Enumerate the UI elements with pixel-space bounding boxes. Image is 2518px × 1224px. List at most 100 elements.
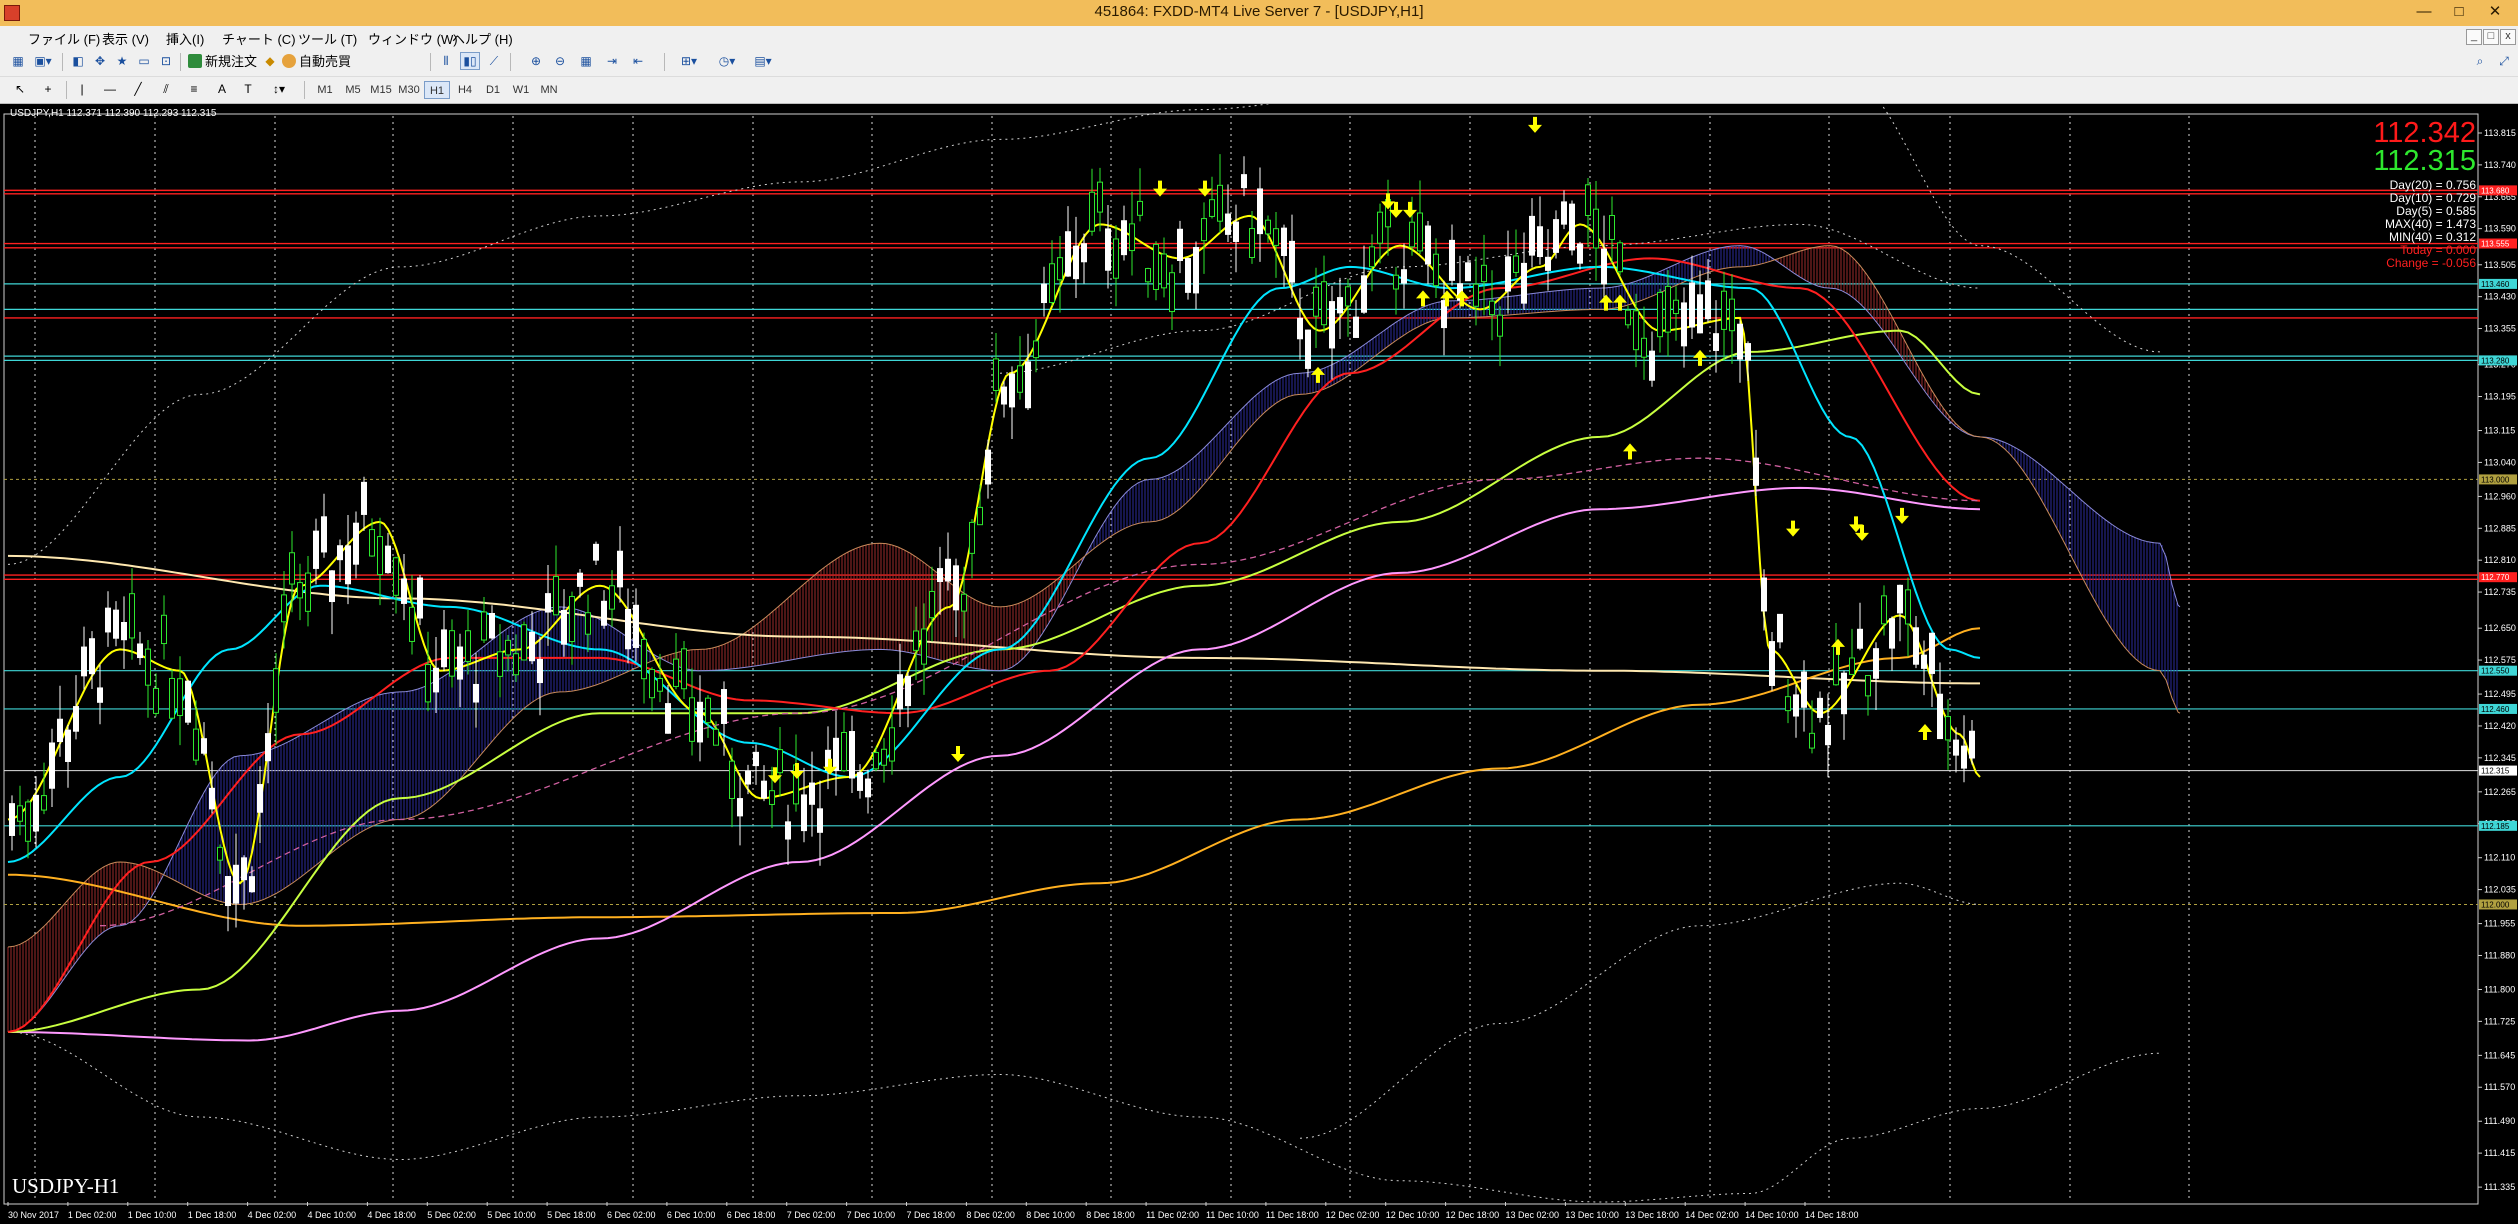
timeframe-m5[interactable]: M5 <box>340 81 366 99</box>
timeframe-w1[interactable]: W1 <box>508 81 534 99</box>
terminal-icon[interactable]: ▭ <box>134 52 154 70</box>
mdi-close-button[interactable]: x <box>2500 29 2516 45</box>
timeframe-mn[interactable]: MN <box>536 81 562 99</box>
trendline-icon[interactable]: ╱ <box>128 80 148 98</box>
price-tag-label: 112.460 <box>2481 705 2510 714</box>
candle-body <box>761 780 767 799</box>
candle-body <box>449 630 455 677</box>
timeframe-m1[interactable]: M1 <box>312 81 338 99</box>
candle-body <box>1633 310 1639 351</box>
candle-body <box>881 748 887 766</box>
search-icon[interactable]: ⌕ <box>2470 52 2490 70</box>
expand-icon[interactable]: ⤢ <box>2494 52 2514 70</box>
horizontal-line-icon[interactable]: — <box>100 80 120 98</box>
symbol-label: USDJPY-H1 <box>12 1174 120 1198</box>
timeframe-m15[interactable]: M15 <box>368 81 394 99</box>
menu-view[interactable]: 表示 (V) <box>102 29 149 48</box>
profiles-icon[interactable]: ▣▾ <box>30 52 56 70</box>
minimize-button[interactable]: — <box>2407 2 2441 22</box>
menu-insert[interactable]: 挿入(I) <box>166 29 204 48</box>
mdi-restore-button[interactable]: □ <box>2483 29 2499 45</box>
timeframe-h4[interactable]: H4 <box>452 81 478 99</box>
candle-body <box>697 701 703 743</box>
candle-body <box>1753 457 1759 486</box>
zoom-out-icon[interactable]: ⊖ <box>550 52 570 70</box>
candle-body <box>865 778 871 798</box>
timeframe-d1[interactable]: D1 <box>480 81 506 99</box>
candle-body <box>1537 226 1543 258</box>
candle-body <box>1617 242 1623 273</box>
price-axis-label: 112.345 <box>2484 753 2516 763</box>
candle-body <box>1521 262 1527 304</box>
candle-body <box>1865 675 1871 697</box>
crosshair-icon[interactable]: + <box>38 80 58 98</box>
menu-tools[interactable]: ツール (T) <box>298 29 357 48</box>
autoscroll-icon[interactable]: ⇤ <box>628 52 648 70</box>
candlestick-icon[interactable]: ▮▯ <box>460 52 480 70</box>
candle-body <box>1657 291 1663 338</box>
channel-icon[interactable]: ⫽ <box>156 80 176 98</box>
price-axis-label: 113.740 <box>2484 160 2516 170</box>
price-chart[interactable]: 113.815113.740113.665113.590113.505113.4… <box>0 104 2518 1224</box>
time-axis-label: 4 Dec 18:00 <box>367 1210 416 1220</box>
vertical-line-icon[interactable]: | <box>72 80 92 98</box>
timeframe-m30[interactable]: M30 <box>396 81 422 99</box>
auto-trading-button[interactable]: 自動売買 <box>282 52 351 71</box>
indicators-icon[interactable]: ⊞▾ <box>676 52 702 70</box>
chart-shift-icon[interactable]: ⇥ <box>602 52 622 70</box>
candle-body <box>521 624 527 661</box>
close-button[interactable]: ✕ <box>2478 2 2512 22</box>
candle-body <box>185 680 191 723</box>
strategy-tester-icon[interactable]: ⊡ <box>156 52 176 70</box>
candle-body <box>1473 283 1479 307</box>
arrows-icon[interactable]: ↕▾ <box>266 80 292 98</box>
candle-body <box>1081 243 1087 263</box>
maximize-button[interactable]: □ <box>2442 2 2476 22</box>
price-axis-label: 113.040 <box>2484 457 2516 467</box>
cursor-icon[interactable]: ↖ <box>10 80 30 98</box>
candle-body <box>497 651 503 677</box>
fibonacci-icon[interactable]: ≡ <box>184 80 204 98</box>
chart-window[interactable]: 113.815 113.740 113.665 113.590 113.505 113.4… <box>0 104 2518 1224</box>
mdi-minimize-button[interactable]: _ <box>2466 29 2482 45</box>
market-watch-icon[interactable]: ◧ <box>68 52 88 70</box>
timeframe-h1[interactable]: H1 <box>424 81 450 99</box>
time-axis-label: 14 Dec 10:00 <box>1745 1210 1799 1220</box>
candle-body <box>257 784 263 813</box>
time-axis-label: 11 Dec 18:00 <box>1266 1210 1319 1220</box>
candle-body <box>377 536 383 576</box>
sell-signal-arrow <box>790 762 804 779</box>
price-axis-label: 111.645 <box>2484 1050 2515 1060</box>
text-label-icon[interactable]: T <box>238 80 258 98</box>
candle-body <box>465 630 471 662</box>
new-order-button[interactable]: 新規注文 <box>188 52 257 71</box>
price-tag-label: 113.555 <box>2481 240 2510 249</box>
templates-icon[interactable]: ▤▾ <box>750 52 776 70</box>
text-icon[interactable]: A <box>212 80 232 98</box>
navigator-icon[interactable]: ★ <box>112 52 132 70</box>
price-axis-label: 111.415 <box>2484 1148 2515 1158</box>
periods-icon[interactable]: ◷▾ <box>714 52 740 70</box>
candle-body <box>929 590 935 619</box>
candle-body <box>945 558 951 582</box>
menu-file[interactable]: ファイル (F) <box>28 29 100 48</box>
zoom-in-icon[interactable]: ⊕ <box>526 52 546 70</box>
line-chart-icon[interactable]: ⟋ <box>484 52 504 70</box>
data-window-icon[interactable]: ✥ <box>90 52 110 70</box>
upper-band <box>7 104 2161 565</box>
price-axis-label: 112.810 <box>2484 555 2516 565</box>
candle-body <box>1305 329 1311 369</box>
time-axis-label: 13 Dec 10:00 <box>1565 1210 1619 1220</box>
candle-body <box>161 614 167 645</box>
menu-chart[interactable]: チャート (C) <box>222 29 296 48</box>
tile-windows-icon[interactable]: ▦ <box>576 52 596 70</box>
price-axis-label: 111.570 <box>2484 1082 2515 1092</box>
ask-price: 112.315 <box>2373 145 2476 177</box>
menu-help[interactable]: ヘルプ (H) <box>452 29 513 48</box>
bar-chart-icon[interactable]: ⫴ <box>436 52 456 70</box>
menu-window[interactable]: ウィンドウ (W) <box>368 29 458 48</box>
candle-body <box>1105 228 1111 271</box>
new-chart-icon[interactable]: ▦ <box>8 52 28 70</box>
candle-body <box>1849 657 1855 675</box>
metaeditor-icon[interactable]: ◆ <box>260 52 280 70</box>
